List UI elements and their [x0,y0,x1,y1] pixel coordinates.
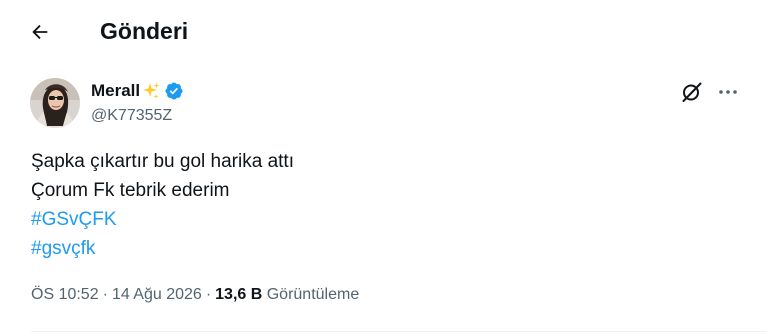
arrow-left-icon [32,24,48,40]
meta-separator: · [205,286,212,303]
tweet-text-line: Çorum Fk tebrik ederim [31,180,230,201]
more-horizontal-icon [719,90,737,94]
sparkles-icon [141,81,161,101]
grok-button[interactable] [680,80,704,104]
page-header: Gönderi [0,0,766,62]
tweet-time[interactable]: ÖS 10:52 [31,286,99,303]
more-options-button[interactable] [716,80,740,104]
avatar[interactable] [30,78,80,128]
tweet-date[interactable]: 14 Ağu 2026 [112,286,202,303]
views-label: Görüntüleme [266,286,360,303]
divider [31,331,766,332]
back-button[interactable] [22,14,58,50]
grok-icon [682,82,702,102]
meta-separator: · [102,286,108,303]
hashtag-link[interactable]: #gsvçfk [31,234,731,263]
tweet-text: Şapka çıkartır bu gol harika attı Çorum … [31,147,731,263]
verified-badge-icon[interactable] [164,81,184,101]
author-name-row: Merall [91,80,184,102]
hashtag-link[interactable]: #GSvÇFK [31,205,731,234]
tweet-text-line: Şapka çıkartır bu gol harika attı [31,151,294,172]
views-count: 13,6 B [215,286,263,303]
author-handle[interactable]: @K77355Z [91,105,172,127]
page-title: Gönderi [100,18,189,44]
author-display-name[interactable]: Merall [91,80,140,102]
tweet-meta: ÖS 10:52 · 14 Ağu 2026 · 13,6 B Görüntüleme [31,284,359,306]
